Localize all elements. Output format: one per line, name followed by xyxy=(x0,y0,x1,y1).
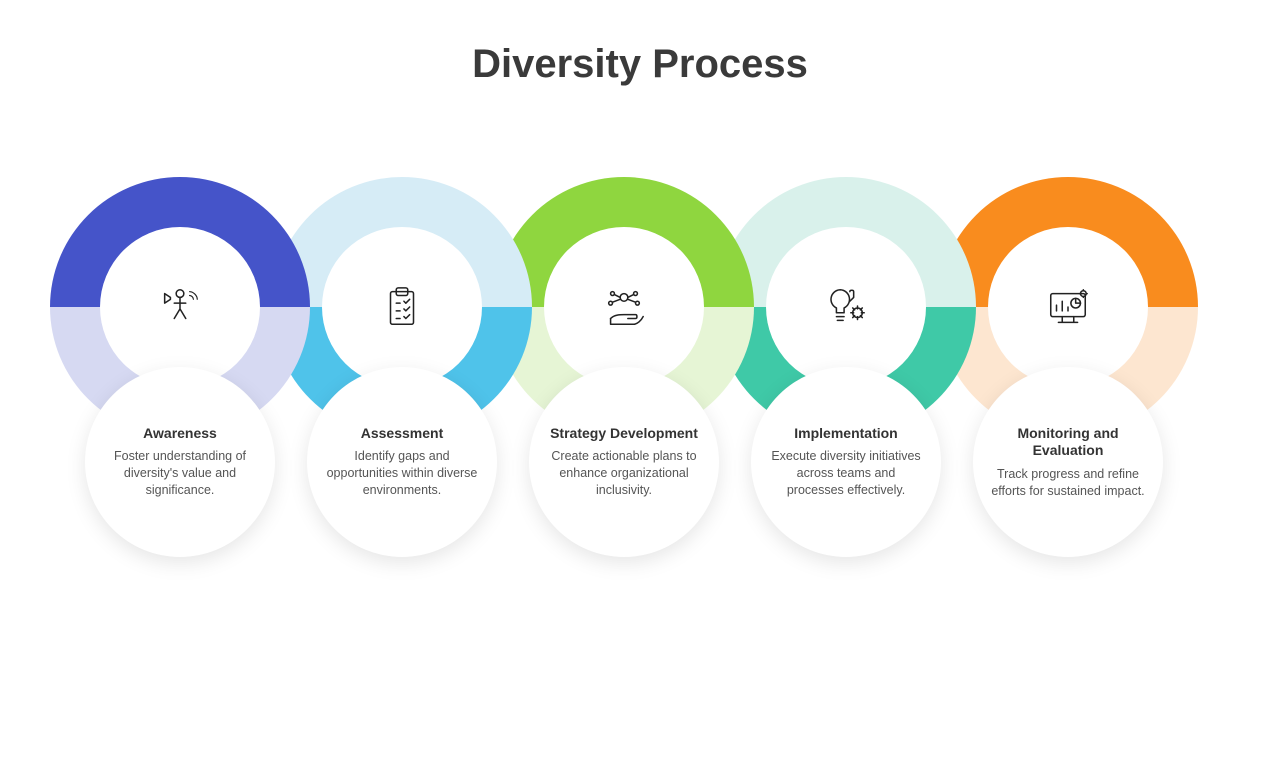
step-desc: Foster understanding of diversity's valu… xyxy=(103,448,257,499)
step-title: Assessment xyxy=(361,425,444,443)
step-bubble: Monitoring and Evaluation Track progress… xyxy=(973,367,1163,557)
dashboard-chart-icon xyxy=(1045,284,1091,330)
step-strategy: Strategy Development Create actionable p… xyxy=(494,177,754,437)
step-desc: Track progress and refine efforts for su… xyxy=(991,466,1145,500)
process-diagram: Awareness Foster understanding of divers… xyxy=(0,177,1280,697)
step-title: Implementation xyxy=(794,425,897,443)
step-title: Strategy Development xyxy=(550,425,698,443)
page-title: Diversity Process xyxy=(0,42,1280,87)
step-bubble: Implementation Execute diversity initiat… xyxy=(751,367,941,557)
step-bubble: Awareness Foster understanding of divers… xyxy=(85,367,275,557)
step-desc: Identify gaps and opportunities within d… xyxy=(325,448,479,499)
step-title: Monitoring and Evaluation xyxy=(991,425,1145,460)
step-title: Awareness xyxy=(143,425,217,443)
step-desc: Execute diversity initiatives across tea… xyxy=(769,448,923,499)
step-implementation: Implementation Execute diversity initiat… xyxy=(716,177,976,437)
hand-network-icon xyxy=(601,284,647,330)
step-bubble: Assessment Identify gaps and opportuniti… xyxy=(307,367,497,557)
step-desc: Create actionable plans to enhance organ… xyxy=(547,448,701,499)
step-bubble: Strategy Development Create actionable p… xyxy=(529,367,719,557)
megaphone-person-icon xyxy=(157,284,203,330)
step-assessment: Assessment Identify gaps and opportuniti… xyxy=(272,177,532,437)
step-monitoring: Monitoring and Evaluation Track progress… xyxy=(938,177,1198,437)
idea-gears-icon xyxy=(823,284,869,330)
step-awareness: Awareness Foster understanding of divers… xyxy=(50,177,310,437)
clipboard-check-icon xyxy=(379,284,425,330)
